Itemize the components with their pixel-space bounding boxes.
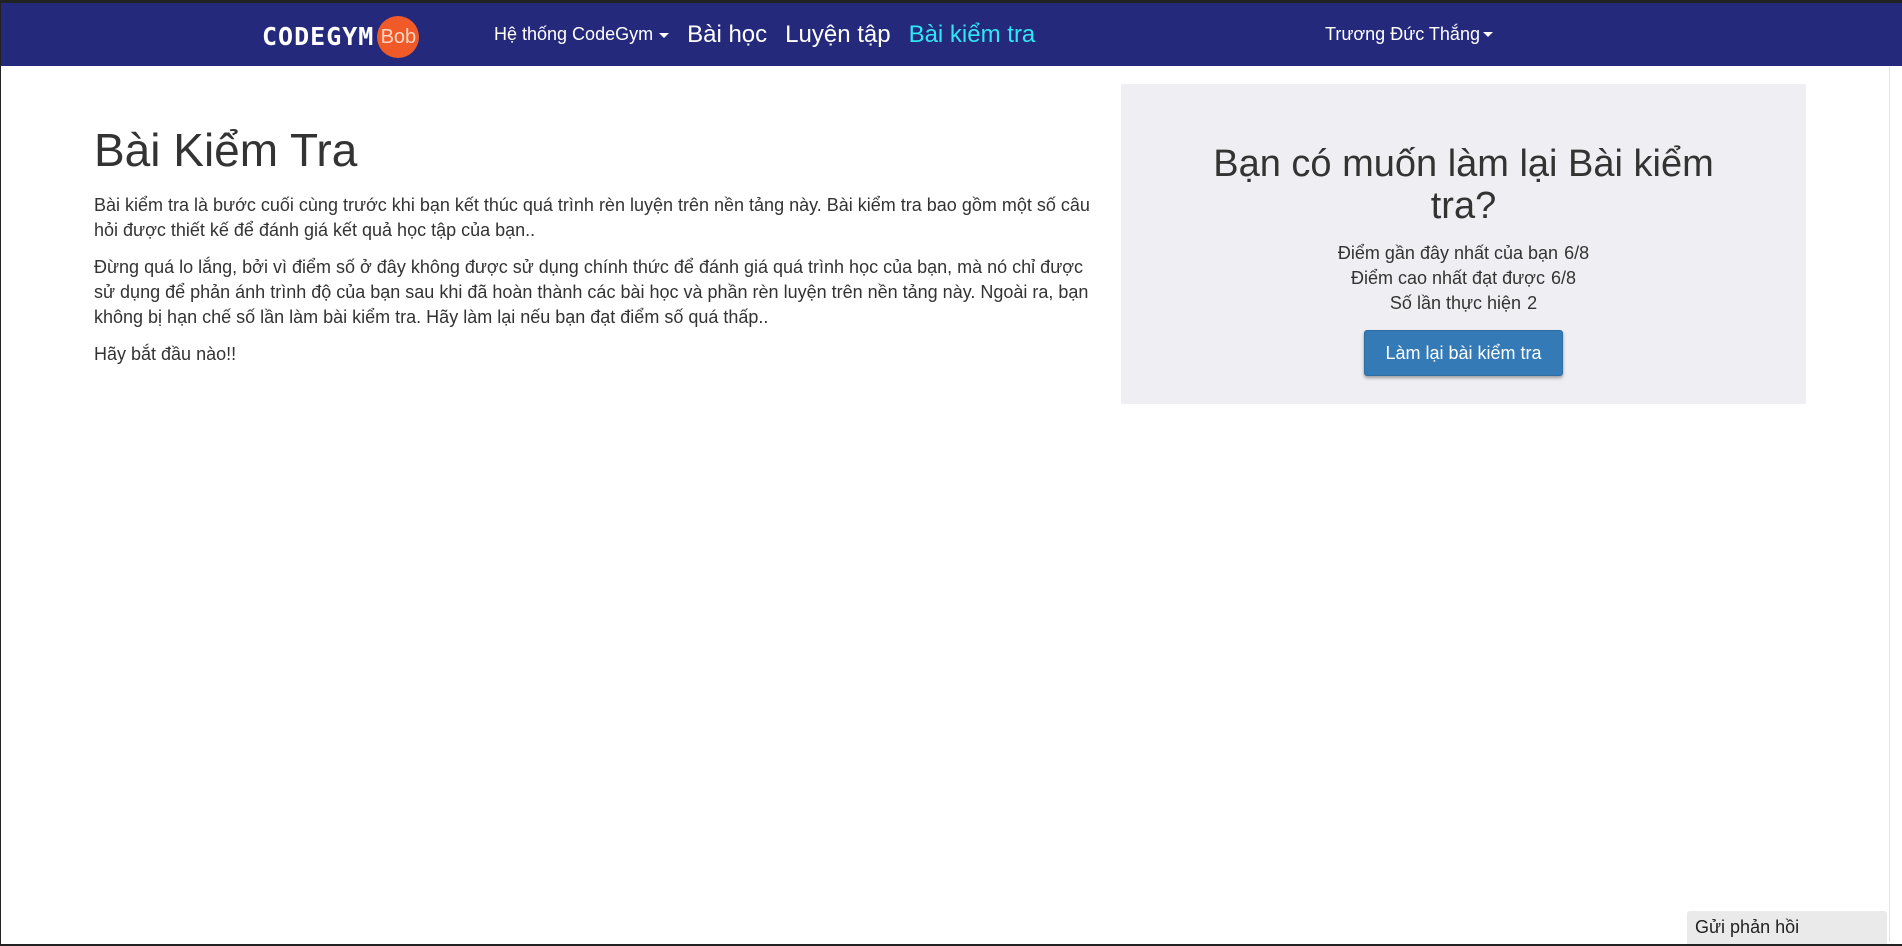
logo-text: CODEGYM xyxy=(262,22,375,51)
note-paragraph: Đừng quá lo lắng, bởi vì điểm số ở đây k… xyxy=(94,257,1089,327)
page-title: Bài Kiểm Tra xyxy=(94,124,358,176)
main-content: Bài Kiểm Tra Bài kiểm tra là bước cuối c… xyxy=(94,121,1096,379)
stat-highest-score: Điểm cao nhất đạt được 6/8 xyxy=(1121,266,1806,291)
retake-title: Bạn có muốn làm lại Bài kiểm tra? xyxy=(1213,143,1714,227)
nav-bai-kiem-tra[interactable]: Bài kiểm tra xyxy=(909,21,1036,49)
vertical-scrollbar[interactable] xyxy=(1889,66,1902,942)
stat-label: Điểm cao nhất đạt được xyxy=(1351,268,1545,288)
retake-button[interactable]: Làm lại bài kiểm tra xyxy=(1364,330,1563,376)
start-paragraph: Hãy bắt đầu nào!! xyxy=(94,344,237,364)
stat-value: 6/8 xyxy=(1564,243,1590,263)
intro-paragraph: Bài kiểm tra là bước cuối cùng trước khi… xyxy=(94,195,1090,240)
user-name: Trương Đức Thắng xyxy=(1325,24,1480,44)
stat-label: Số lần thực hiện xyxy=(1389,293,1522,313)
codegym-logo[interactable]: CODEGYM Bob xyxy=(262,16,420,58)
nav-he-thong-codegym[interactable]: Hệ thống CodeGym xyxy=(494,24,670,45)
nav-luyen-tap[interactable]: Luyện tập xyxy=(785,21,890,49)
nav-bai-hoc[interactable]: Bài học xyxy=(687,21,767,49)
feedback-tab[interactable]: Gửi phản hồi xyxy=(1687,911,1887,944)
nav-he-thong-codegym-label: Hệ thống CodeGym xyxy=(494,24,654,44)
stat-latest-score: Điểm gần đây nhất của bạn 6/8 xyxy=(1121,241,1806,266)
retake-panel: Bạn có muốn làm lại Bài kiểm tra? Điểm g… xyxy=(1121,84,1806,404)
nav-links: Hệ thống CodeGym Bài học Luyện tập Bài k… xyxy=(494,3,1053,66)
chevron-down-icon xyxy=(1482,32,1493,37)
stat-value: 2 xyxy=(1527,293,1538,313)
score-stats: Điểm gần đây nhất của bạn 6/8 Điểm cao nh… xyxy=(1121,241,1806,316)
user-menu[interactable]: Trương Đức Thắng xyxy=(1325,3,1493,66)
stat-attempts: Số lần thực hiện 2 xyxy=(1121,291,1806,316)
top-navbar: CODEGYM Bob Hệ thống CodeGym Bài học Luy… xyxy=(1,3,1902,66)
chevron-down-icon xyxy=(659,32,670,38)
browser-frame: CODEGYM Bob Hệ thống CodeGym Bài học Luy… xyxy=(0,0,1902,946)
stat-value: 6/8 xyxy=(1550,268,1576,288)
stat-label: Điểm gần đây nhất của bạn xyxy=(1337,243,1559,263)
logo-badge: Bob xyxy=(377,16,420,58)
